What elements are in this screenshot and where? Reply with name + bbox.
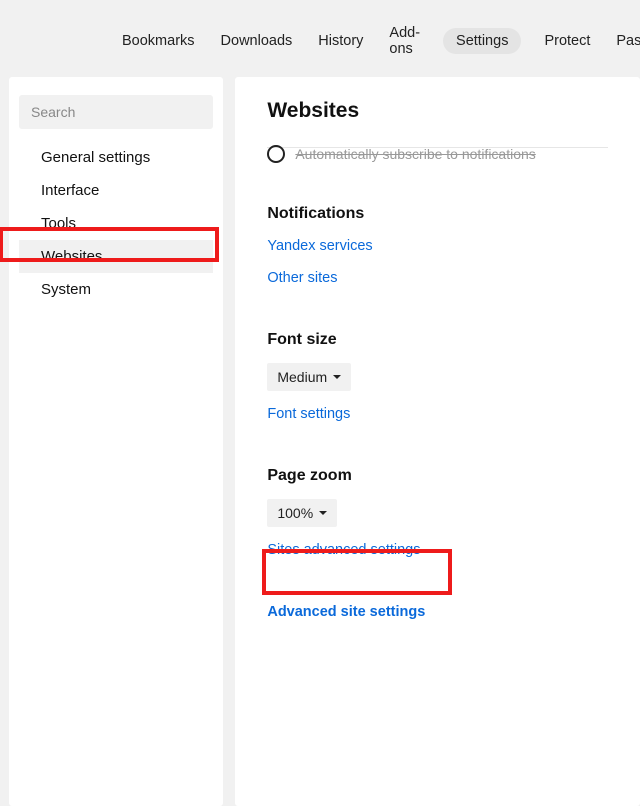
nav-passwords[interactable]: Passwords: [616, 33, 640, 49]
sidebar: General settings Interface Tools Website…: [9, 77, 223, 806]
notifications-heading: Notifications: [267, 205, 608, 223]
nav-addons[interactable]: Add-ons: [389, 25, 420, 57]
link-sites-advanced-settings[interactable]: Sites advanced settings: [267, 542, 420, 558]
previous-option-cut: Automatically subscribe to notifications: [267, 145, 608, 163]
sidebar-item-interface[interactable]: Interface: [19, 174, 213, 207]
page-zoom-heading: Page zoom: [267, 467, 608, 485]
nav-protect[interactable]: Protect: [544, 33, 590, 49]
nav-settings[interactable]: Settings: [443, 28, 521, 54]
chevron-down-icon: [333, 375, 341, 379]
link-yandex-services[interactable]: Yandex services: [267, 238, 372, 254]
page-title: Websites: [267, 99, 608, 148]
radio-empty-icon: [267, 145, 285, 163]
content-panel: Websites Automatically subscribe to noti…: [235, 77, 640, 806]
chevron-down-icon: [319, 511, 327, 515]
font-size-select[interactable]: Medium: [267, 363, 351, 391]
sidebar-item-tools[interactable]: Tools: [19, 207, 213, 240]
link-font-settings[interactable]: Font settings: [267, 406, 350, 422]
font-size-heading: Font size: [267, 331, 608, 349]
sidebar-item-websites[interactable]: Websites: [19, 240, 213, 273]
sidebar-item-general[interactable]: General settings: [19, 141, 213, 174]
search-input[interactable]: [19, 95, 213, 129]
nav-history[interactable]: History: [318, 33, 363, 49]
nav-bookmarks[interactable]: Bookmarks: [122, 33, 195, 49]
page-zoom-value: 100%: [277, 505, 313, 521]
link-other-sites[interactable]: Other sites: [267, 270, 337, 286]
nav-downloads[interactable]: Downloads: [221, 33, 293, 49]
font-size-value: Medium: [277, 369, 327, 385]
cutline-text: Automatically subscribe to notifications: [295, 146, 535, 162]
top-nav: Bookmarks Downloads History Add-ons Sett…: [0, 0, 640, 77]
sidebar-item-system[interactable]: System: [19, 273, 213, 306]
next-card-peek: [245, 638, 640, 646]
link-advanced-site-settings[interactable]: Advanced site settings: [267, 604, 425, 620]
page-zoom-select[interactable]: 100%: [267, 499, 337, 527]
